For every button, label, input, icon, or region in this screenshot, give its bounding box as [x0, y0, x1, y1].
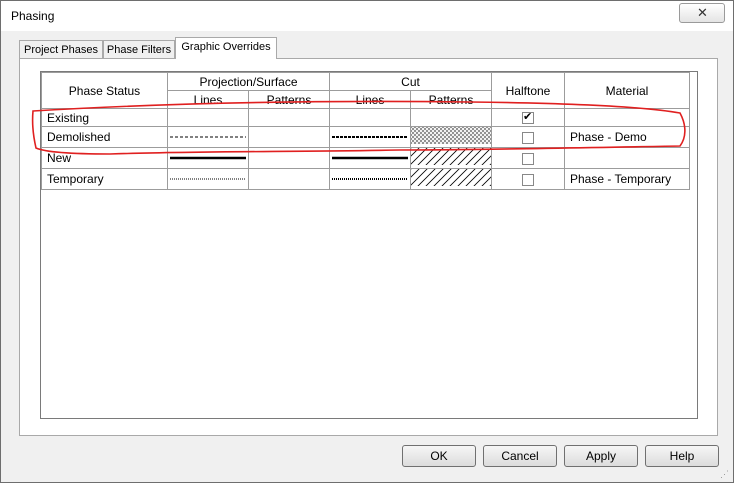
projection-patterns-cell[interactable]	[248, 168, 330, 190]
phase-name-cell: Temporary	[41, 168, 168, 190]
material-cell[interactable]: Phase - Demo	[564, 126, 690, 148]
line-style-sample	[332, 178, 408, 180]
fill-pattern-sample	[411, 169, 491, 186]
halftone-checkbox[interactable]	[522, 152, 534, 165]
table-row[interactable]: Temporary Phase - Temporary	[41, 168, 690, 190]
projection-lines-cell[interactable]	[167, 126, 249, 148]
projection-patterns-cell[interactable]	[248, 147, 330, 169]
close-button[interactable]: ✕	[679, 3, 725, 23]
check-icon: ✔	[523, 111, 533, 124]
phase-name-cell: Demolished	[41, 126, 168, 148]
material-cell[interactable]: Phase - Temporary	[564, 168, 690, 190]
window-title: Phasing	[11, 9, 55, 23]
cut-patterns-cell[interactable]	[410, 126, 492, 148]
material-value: Phase - Demo	[570, 130, 647, 144]
phase-name-cell: New	[41, 147, 168, 169]
close-icon: ✕	[697, 5, 708, 20]
tab-graphic-overrides[interactable]: Graphic Overrides	[175, 37, 277, 59]
cut-lines-cell[interactable]	[329, 108, 411, 127]
phasing-dialog: Phasing ✕ Project Phases Phase Filters G…	[0, 0, 734, 483]
material-cell[interactable]	[564, 147, 690, 169]
apply-button[interactable]: Apply	[564, 445, 638, 467]
cut-patterns-cell[interactable]	[410, 147, 492, 169]
line-style-sample	[332, 136, 408, 138]
line-style-sample	[170, 156, 246, 160]
phase-name-cell: Existing	[41, 108, 168, 127]
cut-lines-cell[interactable]	[329, 147, 411, 169]
header-proj-lines: Lines	[167, 90, 249, 109]
cancel-button[interactable]: Cancel	[483, 445, 557, 467]
cut-patterns-cell[interactable]	[410, 108, 492, 127]
graphic-overrides-panel: Phase Status Projection/Surface Cut Half…	[19, 58, 718, 436]
tab-label: Graphic Overrides	[181, 41, 271, 53]
header-phase-status: Phase Status	[41, 72, 168, 109]
tab-project-phases[interactable]: Project Phases	[19, 40, 103, 58]
halftone-cell	[491, 147, 565, 169]
table-row[interactable]: New	[41, 147, 690, 169]
header-material: Material	[564, 72, 690, 109]
header-halftone: Halftone	[491, 72, 565, 109]
header-proj-patterns: Patterns	[248, 90, 330, 109]
halftone-cell	[491, 168, 565, 190]
table-row[interactable]: Existing ✔	[41, 108, 690, 127]
cut-lines-cell[interactable]	[329, 168, 411, 190]
material-value	[566, 151, 571, 165]
cut-lines-cell[interactable]	[329, 126, 411, 148]
button-bar: OK Cancel Apply Help	[7, 445, 728, 469]
header-projection-surface: Projection/Surface	[167, 72, 330, 91]
material-value	[566, 111, 571, 125]
fill-pattern-sample	[411, 127, 491, 144]
header-cut-patterns: Patterns	[410, 90, 492, 109]
tab-label: Project Phases	[24, 44, 98, 56]
material-cell[interactable]	[564, 108, 690, 127]
halftone-cell	[491, 126, 565, 148]
phase-name: Temporary	[47, 172, 104, 186]
phase-name: Demolished	[47, 130, 111, 144]
projection-patterns-cell[interactable]	[248, 108, 330, 127]
graphic-overrides-grid: Phase Status Projection/Surface Cut Half…	[40, 71, 698, 419]
projection-lines-cell[interactable]	[167, 108, 249, 127]
help-button[interactable]: Help	[645, 445, 719, 467]
header-cut-lines: Lines	[329, 90, 411, 109]
resize-grip-icon[interactable]: ⋰	[720, 469, 730, 479]
line-style-sample	[170, 136, 246, 138]
overrides-table: Phase Status Projection/Surface Cut Half…	[41, 72, 690, 190]
material-value: Phase - Temporary	[570, 172, 672, 186]
ok-button[interactable]: OK	[402, 445, 476, 467]
title-bar: Phasing ✕	[1, 1, 733, 31]
halftone-checkbox[interactable]	[522, 173, 534, 186]
header-cut: Cut	[329, 72, 492, 91]
fill-pattern-sample	[411, 148, 491, 165]
line-style-sample	[170, 178, 246, 180]
halftone-checkbox[interactable]: ✔	[522, 111, 534, 125]
projection-lines-cell[interactable]	[167, 168, 249, 190]
cut-patterns-cell[interactable]	[410, 168, 492, 190]
line-style-sample	[332, 156, 408, 160]
tab-label: Phase Filters	[106, 44, 172, 56]
halftone-checkbox[interactable]	[522, 131, 534, 144]
halftone-cell: ✔	[491, 108, 565, 127]
table-row[interactable]: Demolished Phase - Demo	[41, 126, 690, 148]
projection-patterns-cell[interactable]	[248, 126, 330, 148]
dialog-body: Project Phases Phase Filters Graphic Ove…	[7, 31, 728, 476]
projection-lines-cell[interactable]	[167, 147, 249, 169]
phase-name: Existing	[47, 110, 90, 125]
tab-phase-filters[interactable]: Phase Filters	[103, 40, 175, 58]
phase-name: New	[47, 151, 72, 165]
